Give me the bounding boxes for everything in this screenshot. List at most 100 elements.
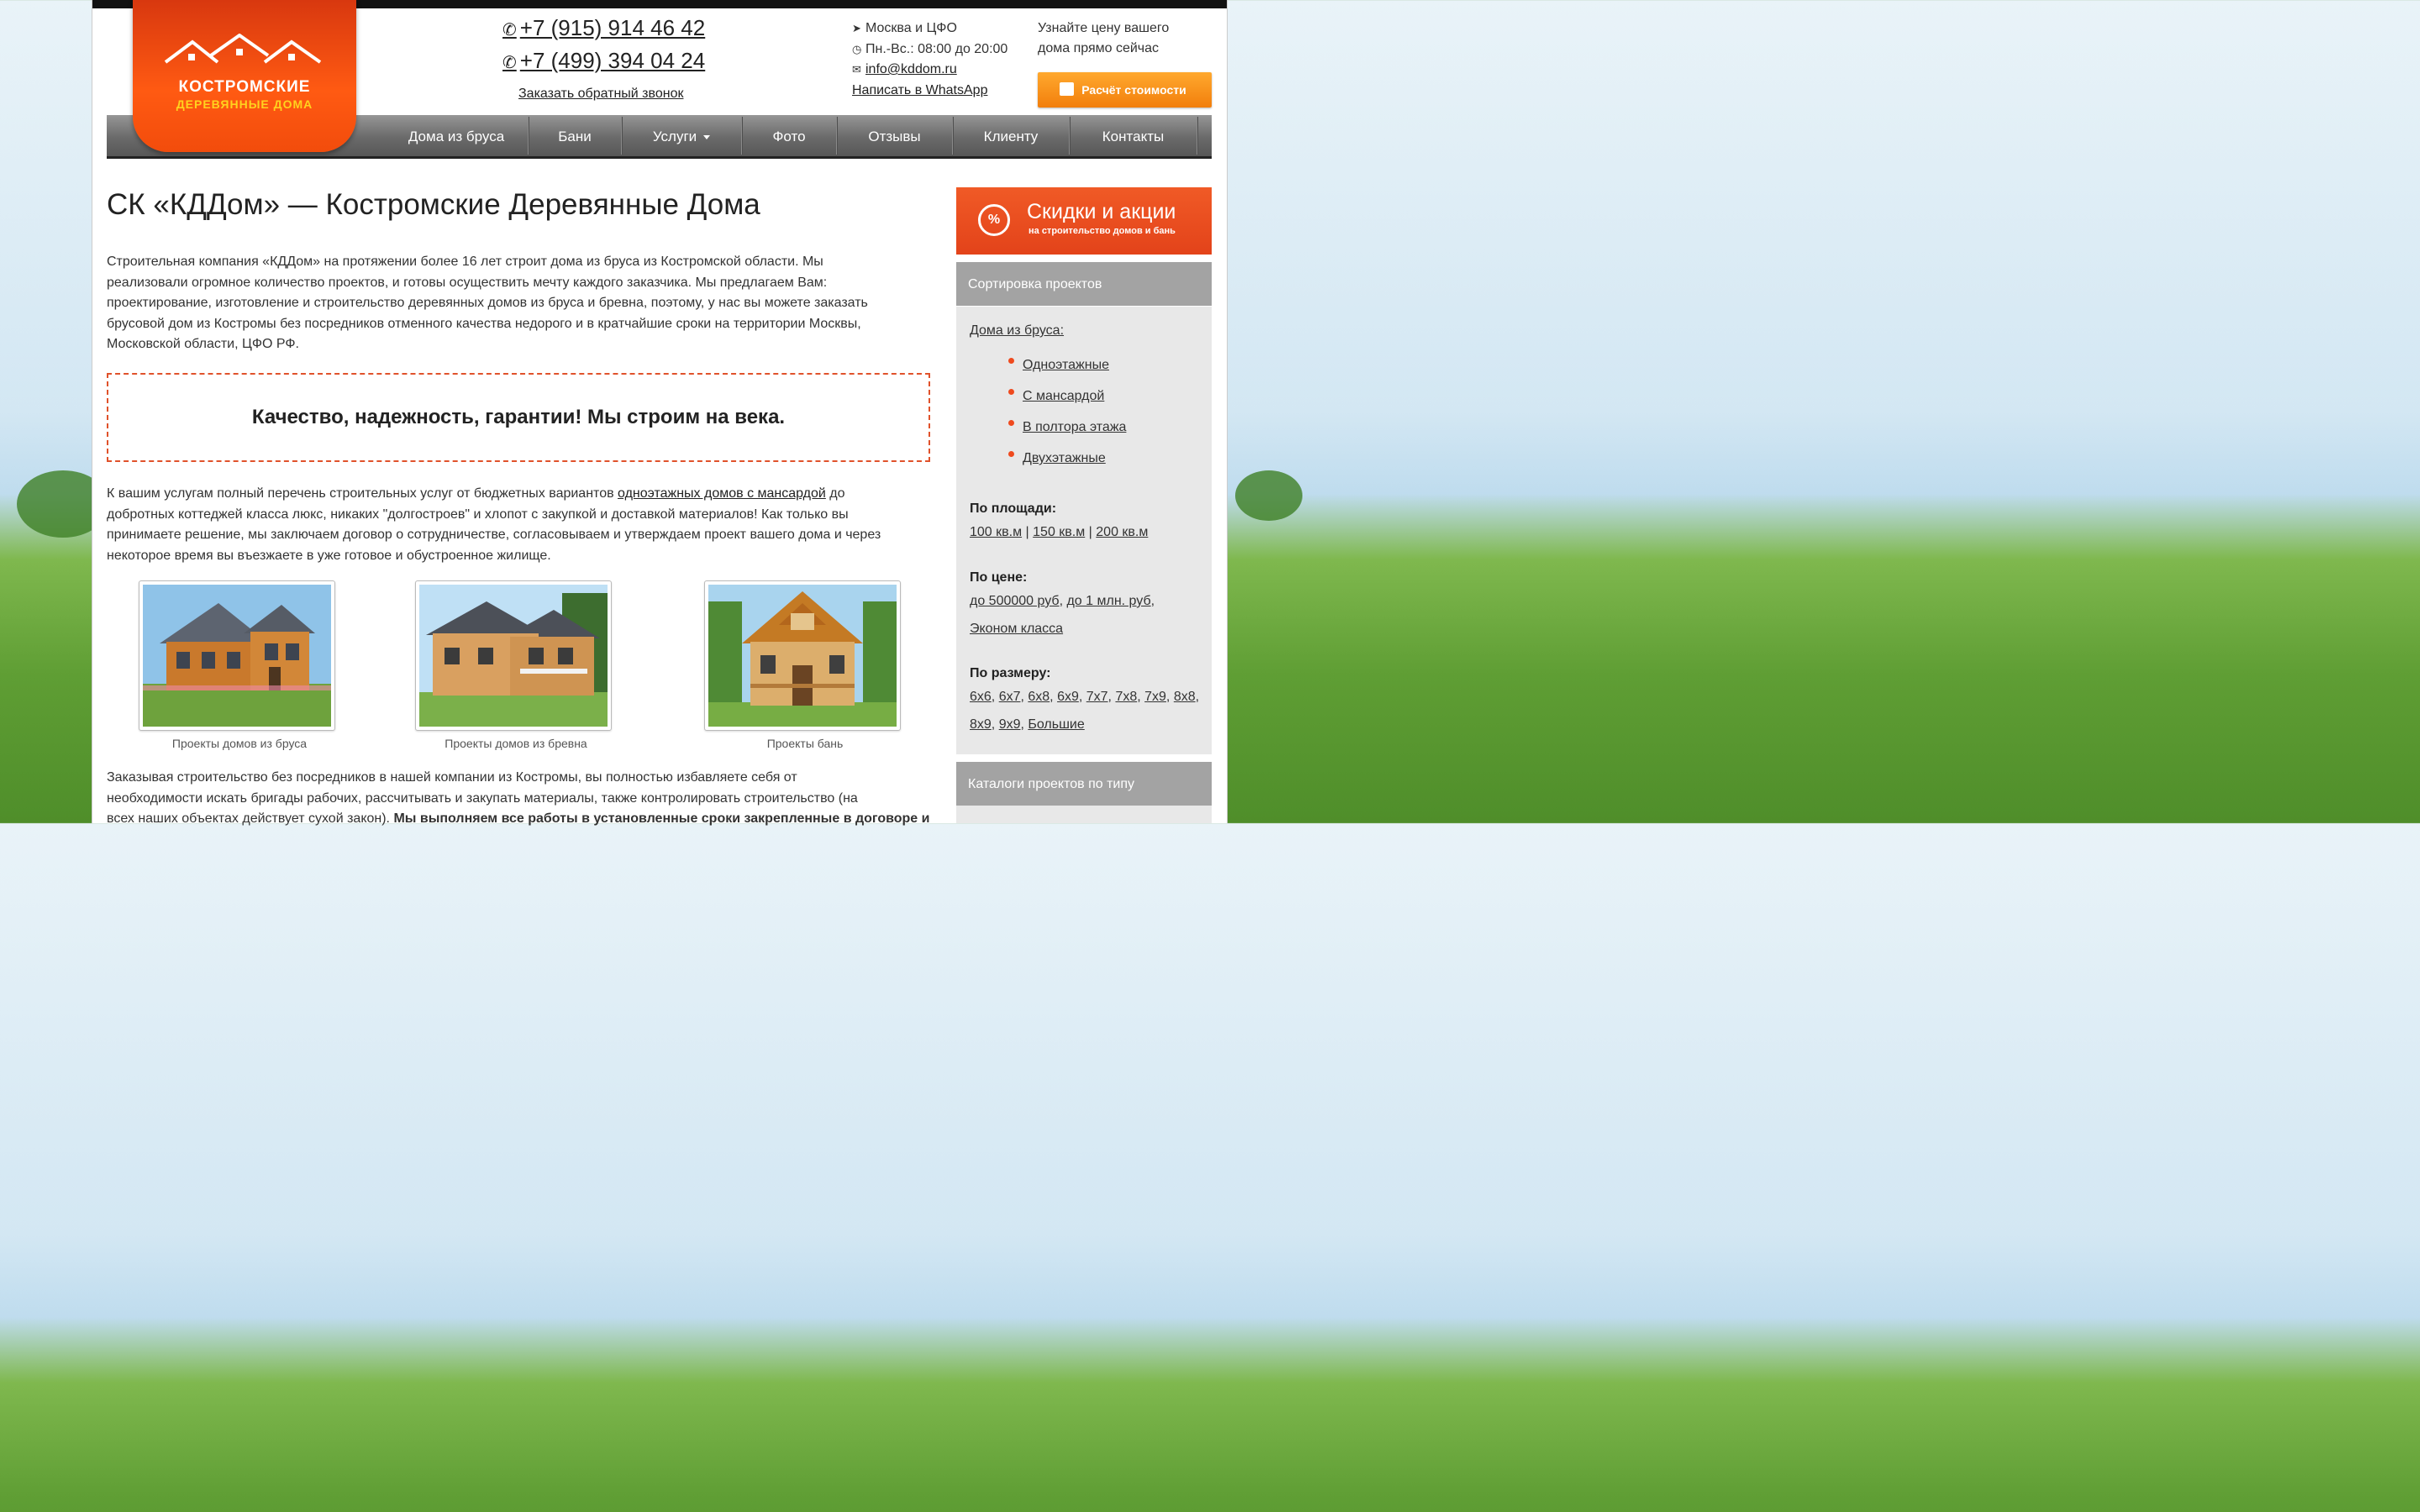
hours-text: Пн.-Вс.: 08:00 до 20:00 [865,41,1008,56]
log-house-image [419,585,608,727]
project-card-timber[interactable]: Проекты домов из бруса [139,580,335,750]
nav-item-reviews[interactable]: Отзывы [837,115,952,156]
nav-services-label: Услуги [652,129,697,144]
bullet-icon [1008,420,1014,426]
size-link[interactable]: 6х7 [999,690,1021,704]
phone-icon: ✆ [502,54,517,72]
price-link-1m[interactable]: до 1 млн. руб [1066,594,1150,608]
project-card-log[interactable]: Проекты домов из бревна [415,580,612,750]
area-label: По площади: [970,501,1057,516]
nav-item-services[interactable]: Услуги [622,115,741,156]
services-text: К вашим услугам полный перечень строител… [107,486,618,501]
contacts-block: ➤ Москва и ЦФО ◷ Пн.-Вс.: 08:00 до 20:00 ✉… [852,18,1007,101]
project-caption: Проекты домов из бревна [445,737,587,750]
intro-line: проектирование, изготовление и строитель… [107,296,868,310]
phone-number-1: +7 (915) 914 46 42 [519,15,706,40]
project-image-frame [704,580,901,731]
brus-houses-link[interactable]: Дома из бруса: [970,323,1064,339]
project-caption: Проекты бань [766,737,844,750]
services-line: принимаете решение, мы заключаем договор… [107,528,881,542]
slogan-text: Качество, надежность, гарантии! Мы строи… [251,406,786,428]
bottom-line: всех наших объектах действует сухой зако… [107,809,929,830]
banner-subtitle: на строительство домов и бань [1028,226,1176,236]
price-prompt-line1: Узнайте цену вашего [1038,21,1170,35]
area-link-200[interactable]: 200 кв.м [1096,525,1148,539]
catalog-panel [956,806,1212,823]
price-links-2: Эконом класса [970,622,1063,637]
area-link-100[interactable]: 100 кв.м [970,525,1022,539]
page-title: СК «КДДом» — Костромские Деревянные Дома [107,188,760,221]
intro-line: Строительная компания «КДДом» на протяже… [107,255,823,269]
floors-link-two[interactable]: Двухэтажные [1023,451,1106,466]
floors-link-one-half[interactable]: В полтора этажа [1023,420,1126,435]
email-row: ✉ info@kddom.ru [852,60,1007,81]
size-link-large[interactable]: Большие [1028,717,1084,732]
email-link[interactable]: info@kddom.ru [865,62,957,76]
size-label: По размеру: [970,666,1051,680]
floors-link-mansard[interactable]: С мансардой [1023,389,1104,404]
background-tree [1235,470,1302,521]
sort-projects-header: Сортировка проектов [956,262,1212,306]
catalog-header: Каталоги проектов по типу [956,762,1212,806]
price-links: до 500000 руб, до 1 млн. руб, [970,594,1155,608]
project-caption: Проекты домов из бруса [171,737,308,750]
hours-row: ◷ Пн.-Вс.: 08:00 до 20:00 [852,39,1007,60]
project-card-baths[interactable]: Проекты бань [704,580,901,750]
calc-cost-label: Расчёт стоимости [1081,83,1186,97]
size-link[interactable]: 7х8 [1115,690,1137,704]
bottom-paragraph: Заказывая строительство без посредников … [107,768,929,830]
price-link-economy[interactable]: Эконом класса [970,622,1063,636]
size-link[interactable]: 9х9 [999,717,1021,732]
size-link[interactable]: 8х9 [970,717,992,732]
intro-line: брусовой дом из Костромы без посредников… [107,316,861,331]
roofs-icon [164,34,322,64]
logo-line1: КОСТРОМСКИЕ [178,78,311,96]
site-logo[interactable]: КОСТРОМСКИЕ ДЕРЕВЯННЫЕ ДОМА [133,0,356,152]
slogan-box: Качество, надежность, гарантии! Мы строи… [107,373,930,462]
discounts-banner[interactable]: % Скидки и акции на строительство домов … [956,187,1212,255]
wallet-icon [1060,82,1074,96]
phone-link-1[interactable]: ✆ +7 (915) 914 46 42 [502,15,705,41]
bottom-line: Заказывая строительство без посредников … [107,770,797,785]
nav-item-contacts[interactable]: Контакты [1070,115,1197,156]
size-link[interactable]: 8х8 [1174,690,1196,704]
intro-paragraph: Строительная компания «КДДом» на протяже… [107,252,868,355]
phone-link-2[interactable]: ✆ +7 (499) 394 04 24 [502,48,705,74]
floors-link-one[interactable]: Одноэтажные [1023,358,1109,373]
intro-line: реализовали огромное количество проектов… [107,275,828,290]
services-line: добротных коттеджей класса люкс, никаких… [107,507,849,522]
page-container: КОСТРОМСКИЕ ДЕРЕВЯННЫЕ ДОМА ✆ +7 (915) 91… [92,0,1228,826]
price-prompt: Узнайте цену вашего дома прямо сейчас [1038,18,1197,59]
logo-line2: ДЕРЕВЯННЫЕ ДОМА [176,97,313,111]
area-links: 100 кв.м | 150 кв.м | 200 кв.м [970,525,1149,539]
services-line: некоторое время вы въезжаете в уже готов… [107,548,551,563]
size-link[interactable]: 6х6 [970,690,992,704]
phone-icon: ✆ [502,21,517,39]
area-link-150[interactable]: 150 кв.м [1033,525,1085,539]
whatsapp-row: Написать в WhatsApp [852,81,1007,102]
nav-item-houses[interactable]: Дома из бруса [384,115,529,156]
nav-item-photo[interactable]: Фото [742,115,836,156]
services-line: К вашим услугам полный перечень строител… [107,484,881,505]
callback-link[interactable]: Заказать обратный звонок [518,87,683,102]
size-link[interactable]: 7х7 [1086,690,1108,704]
envelope-icon: ✉ [852,63,861,76]
price-prompt-line2: дома прямо сейчас [1038,41,1160,55]
one-storey-mansard-link[interactable]: одноэтажных домов с мансардой [618,486,826,501]
nav-item-baths[interactable]: Бани [529,115,621,156]
banner-title: Скидки и акции [1027,200,1176,223]
size-link[interactable]: 7х9 [1144,690,1166,704]
size-links-row2: 8х9, 9х9, Большие [970,717,1085,732]
size-link[interactable]: 6х9 [1057,690,1079,704]
price-label: По цене: [970,570,1028,585]
whatsapp-link[interactable]: Написать в WhatsApp [852,83,987,97]
sort-projects-panel: Дома из бруса: Одноэтажные С мансардой В… [956,307,1212,754]
price-link-500k[interactable]: до 500000 руб [970,594,1060,608]
size-link[interactable]: 6х8 [1028,690,1050,704]
percent-badge-icon: % [978,204,1010,236]
bottom-bold-text: Мы выполняем все работы в установленные … [393,811,930,826]
nav-item-client[interactable]: Клиенту [953,115,1069,156]
calc-cost-button[interactable]: Расчёт стоимости [1038,72,1212,108]
region-row: ➤ Москва и ЦФО [852,18,1007,39]
project-image-frame [139,580,335,731]
